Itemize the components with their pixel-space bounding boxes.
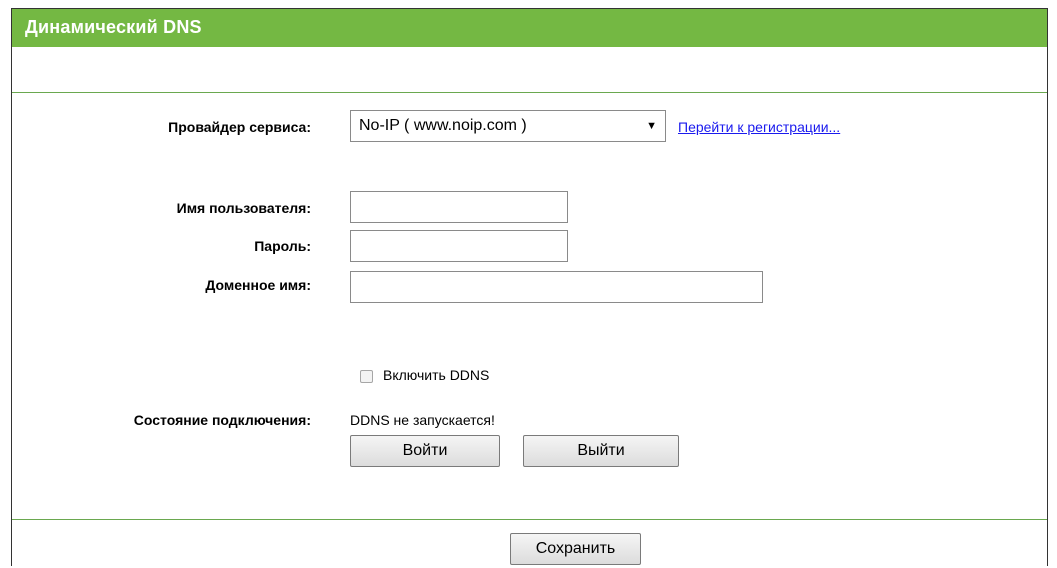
bottom-divider	[12, 519, 1047, 520]
domain-input[interactable]	[350, 271, 763, 303]
status-label: Состояние подключения:	[133, 412, 311, 428]
password-input[interactable]	[350, 230, 568, 262]
enable-ddns-label[interactable]: Включить DDNS	[383, 367, 489, 383]
provider-select[interactable]: No-IP ( www.noip.com ) ▼	[350, 110, 666, 142]
save-button[interactable]: Сохранить	[510, 533, 641, 565]
dropdown-arrow-icon: ▼	[646, 120, 657, 132]
logout-button[interactable]: Выйти	[523, 435, 679, 467]
username-label: Имя пользователя:	[176, 200, 311, 216]
login-button[interactable]: Войти	[350, 435, 500, 467]
register-link[interactable]: Перейти к регистрации...	[678, 119, 840, 135]
enable-ddns-checkbox[interactable]	[360, 370, 373, 383]
provider-select-value: No-IP ( www.noip.com )	[359, 117, 527, 134]
username-input[interactable]	[350, 191, 568, 223]
ddns-panel: Динамический DNS Провайдер сервиса: No-I…	[11, 8, 1048, 566]
domain-label: Доменное имя:	[205, 277, 311, 293]
top-divider	[12, 92, 1047, 93]
provider-label: Провайдер сервиса:	[168, 119, 311, 135]
title-bar: Динамический DNS	[12, 9, 1047, 47]
password-label: Пароль:	[254, 238, 311, 254]
status-value: DDNS не запускается!	[350, 412, 495, 428]
page-title: Динамический DNS	[25, 17, 202, 37]
